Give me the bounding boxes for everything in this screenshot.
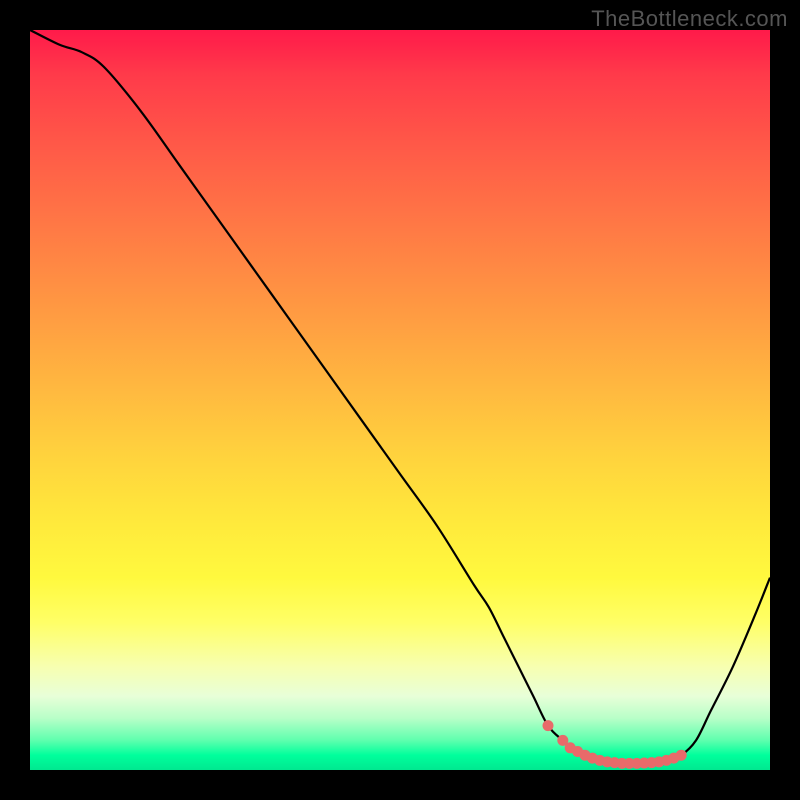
minimum-dots-group: [543, 720, 687, 769]
minimum-dot: [676, 750, 687, 761]
plot-area: [30, 30, 770, 770]
chart-svg: [30, 30, 770, 770]
minimum-dot: [543, 720, 554, 731]
bottleneck-curve: [30, 30, 770, 763]
watermark-text: TheBottleneck.com: [591, 6, 788, 32]
